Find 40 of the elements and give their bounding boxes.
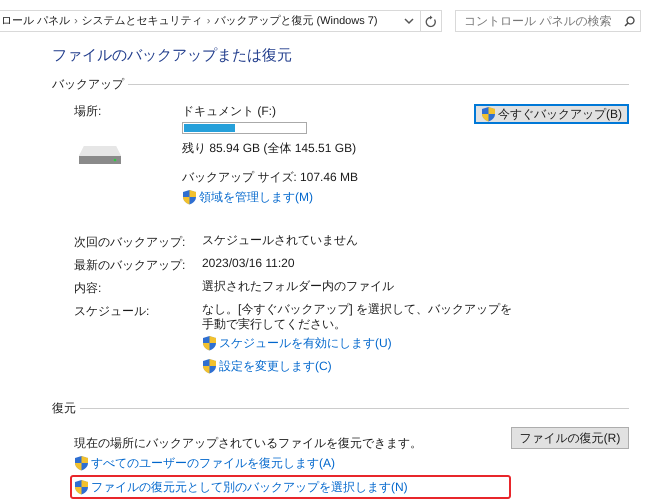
link[interactable]: 設定を変更します(C) [202, 357, 629, 375]
breadcrumb[interactable]: バックアップと復元 (Windows 7) [214, 12, 378, 30]
shield-icon [202, 335, 217, 351]
highlighted-link[interactable]: ファイルの復元元として別のバックアップを選択します(N) [70, 475, 511, 499]
detail-value: なし。[今すぐバックアップ] を選択して、バックアップを手動で実行してください。 [202, 302, 512, 332]
detail-value: 選択されたフォルダー内のファイル [202, 279, 395, 295]
search-field[interactable]: コントロール パネルの検索 [455, 10, 641, 32]
breadcrumb[interactable]: システムとセキュリティ [82, 12, 203, 30]
section-heading: 復元 [52, 400, 77, 417]
free-space: 残り 85.94 GB (全体 145.51 GB) [182, 140, 358, 157]
link[interactable]: 領域を管理します(M) [182, 188, 474, 206]
drive-name: ドキュメント (F:) [182, 103, 277, 120]
section-heading: バックアップ [52, 76, 126, 93]
link[interactable]: すべてのユーザーのファイルを復元します(A) [74, 454, 511, 472]
breadcrumb-separator: › [74, 14, 78, 29]
backup-now-button[interactable]: 今すぐバックアップ(B) [474, 104, 629, 124]
restore-files-button[interactable]: ファイルの復元(R) [511, 427, 629, 449]
link[interactable]: スケジュールを有効にします(U) [202, 334, 629, 352]
shield-icon [182, 189, 197, 205]
search-icon[interactable] [624, 16, 635, 26]
location-label: 場所: [74, 103, 102, 120]
breadcrumb[interactable]: ロール パネル [1, 12, 70, 30]
restore-description: 現在の場所にバックアップされているファイルを復元できます。 [74, 435, 423, 452]
detail-label: スケジュール: [74, 303, 150, 320]
detail-label: 最新のバックアップ: [74, 257, 186, 274]
detail-label: 次回のバックアップ: [74, 234, 186, 251]
shield-icon [74, 455, 89, 471]
shield-icon [481, 106, 496, 122]
detail-label: 内容: [74, 280, 102, 297]
backup-size: バックアップ サイズ: 107.46 MB [182, 169, 360, 186]
page-title: ファイルのバックアップまたは復元 [52, 46, 293, 66]
detail-value: 2023/03/16 11:20 [202, 256, 296, 272]
breadcrumb-separator: › [206, 14, 210, 29]
shield-icon [74, 479, 89, 495]
shield-icon [202, 358, 217, 374]
hard-drive-icon [78, 144, 122, 166]
address-bar[interactable]: ロール パネル › システムとセキュリティ › バックアップと復元 (Windows 7) [0, 10, 442, 32]
refresh-icon[interactable] [425, 15, 437, 28]
chevron-down-icon[interactable] [404, 17, 414, 25]
detail-value: スケジュールされていません [202, 233, 359, 249]
